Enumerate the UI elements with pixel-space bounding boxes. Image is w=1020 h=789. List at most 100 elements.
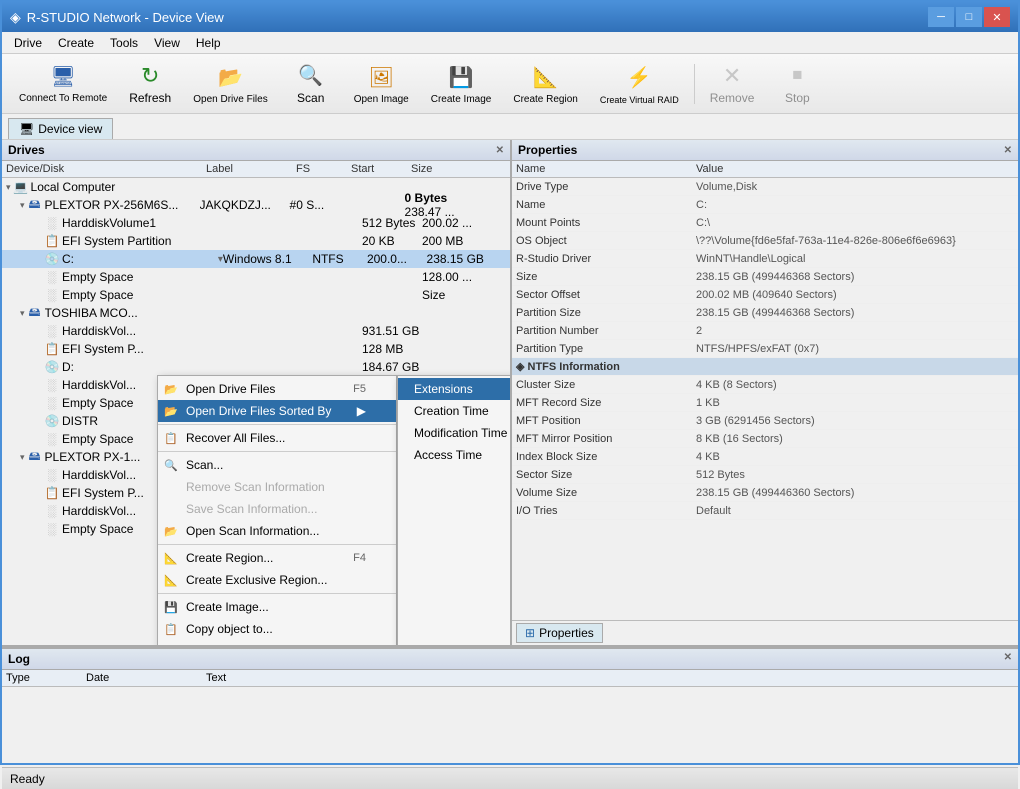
log-panel-close[interactable]: ✕ bbox=[1004, 652, 1012, 666]
property-value: 4 KB bbox=[696, 451, 1014, 463]
ctx-item-icon: 📐 bbox=[162, 549, 180, 567]
ctx-item-icon: 📂 bbox=[162, 402, 180, 420]
drive-fs: NTFS bbox=[312, 252, 367, 266]
drive-icon: ░ bbox=[44, 503, 60, 519]
minimize-button[interactable]: ─ bbox=[928, 7, 954, 27]
open-image-button[interactable]: 🖼 Open Image bbox=[345, 58, 418, 110]
context-menu-item-open-scan-info[interactable]: 📂Open Scan Information... bbox=[158, 520, 396, 542]
open-drive-files-button[interactable]: 📂 Open Drive Files bbox=[184, 58, 276, 110]
property-row: OS Object \??\Volume{fd6e5faf-763a-11e4-… bbox=[512, 232, 1018, 250]
property-name: I/O Tries bbox=[516, 505, 696, 517]
drive-icon: 🖴 bbox=[27, 197, 43, 213]
property-value: 238.15 GB (499446360 Sectors) bbox=[696, 487, 1014, 499]
drive-list-item[interactable]: 💿D:184.67 GB bbox=[2, 358, 510, 376]
remove-button[interactable]: ✕ Remove bbox=[701, 58, 764, 110]
submenu-item-modification-time[interactable]: Modification Time bbox=[398, 422, 512, 444]
drive-list-item[interactable]: ░Empty SpaceSize bbox=[2, 286, 510, 304]
context-menu-item-recover-all-files[interactable]: 📋Recover All Files... bbox=[158, 427, 396, 449]
property-name: Drive Type bbox=[516, 181, 696, 193]
refresh-button[interactable]: ↻ Refresh bbox=[120, 58, 180, 110]
connect-to-remote-button[interactable]: 🖥 Connect To Remote bbox=[10, 58, 116, 110]
ctx-item-icon: 📋 bbox=[162, 620, 180, 638]
drive-list-item[interactable]: ░HarddiskVol...931.51 GB bbox=[2, 322, 510, 340]
menu-view[interactable]: View bbox=[146, 34, 188, 52]
drive-list-item[interactable]: ░Empty Space128.00 ... bbox=[2, 268, 510, 286]
property-value: Volume,Disk bbox=[696, 181, 1014, 193]
drive-icon: 📋 bbox=[44, 233, 60, 249]
drive-start: 184.67 GB bbox=[362, 360, 422, 374]
log-col-text: Text bbox=[206, 672, 1014, 684]
drive-list-item[interactable]: 💿C:▾Windows 8.1NTFS200.0...238.15 GB bbox=[2, 250, 510, 268]
drive-name: HarddiskVol... bbox=[62, 324, 217, 338]
tree-expand-arrow[interactable]: ▾ bbox=[20, 308, 25, 319]
property-name: Volume Size bbox=[516, 487, 696, 499]
property-value: 2 bbox=[696, 325, 1014, 337]
properties-tab-icon: ⊞ bbox=[525, 626, 535, 640]
tree-expand-arrow[interactable]: ▾ bbox=[20, 200, 25, 211]
property-value: WinNT\Handle\Logical bbox=[696, 253, 1014, 265]
ctx-item-label: Recover All Files... bbox=[186, 431, 285, 445]
main-area: Drives ✕ Device/Disk Label FS Start Size… bbox=[2, 140, 1018, 647]
drive-icon: ░ bbox=[44, 467, 60, 483]
context-menu-item-create-image[interactable]: 💾Create Image... bbox=[158, 596, 396, 618]
drives-panel-header: Drives ✕ bbox=[2, 140, 510, 161]
properties-tab[interactable]: ⊞ Properties bbox=[516, 623, 603, 643]
drive-name: Local Computer bbox=[31, 180, 186, 194]
app-icon: ◈ bbox=[10, 9, 21, 26]
stop-button[interactable]: ⏹ Stop bbox=[767, 58, 827, 110]
property-row: Partition Size 238.15 GB (499446368 Sect… bbox=[512, 304, 1018, 322]
drive-list-item[interactable]: ▾🖴PLEXTOR PX-256M6S...JAKQKDZJ...#0 S...… bbox=[2, 196, 510, 214]
drive-icon: ░ bbox=[44, 269, 60, 285]
property-row: Partition Number 2 bbox=[512, 322, 1018, 340]
drives-panel-close[interactable]: ✕ bbox=[496, 145, 504, 156]
device-view-tab[interactable]: 🖥 Device view bbox=[8, 118, 113, 139]
menu-drive[interactable]: Drive bbox=[6, 34, 50, 52]
context-menu-item-open-drive-files-sorted[interactable]: 📂Open Drive Files Sorted By▶ bbox=[158, 400, 396, 422]
context-menu-item-copy-object-to[interactable]: 📋Copy object to... bbox=[158, 618, 396, 640]
context-menu-container: 📂Open Drive FilesF5📂Open Drive Files Sor… bbox=[157, 375, 512, 645]
property-name: Cluster Size bbox=[516, 379, 696, 391]
context-menu-item-open-drive-files[interactable]: 📂Open Drive FilesF5 bbox=[158, 378, 396, 400]
create-image-button[interactable]: 💾 Create Image bbox=[422, 58, 501, 110]
col-label: Label bbox=[206, 163, 296, 175]
property-row: I/O Tries Default bbox=[512, 502, 1018, 520]
drive-list-item[interactable]: 📋EFI System Partition20 KB200 MB bbox=[2, 232, 510, 250]
close-button[interactable]: ✕ bbox=[984, 7, 1010, 27]
ctx-item-icon: 📂 bbox=[162, 522, 180, 540]
submenu-item-extensions[interactable]: Extensions bbox=[398, 378, 512, 400]
property-value: C:\ bbox=[696, 217, 1014, 229]
col-fs: FS bbox=[296, 163, 351, 175]
drive-list-item[interactable]: 📋EFI System P...128 MB bbox=[2, 340, 510, 358]
tree-expand-arrow[interactable]: ▾ bbox=[6, 182, 11, 193]
tab-bar: 🖥 Device view bbox=[2, 114, 1018, 140]
submenu-item-creation-time[interactable]: Creation Time bbox=[398, 400, 512, 422]
context-menu-item-create-exclusive-region[interactable]: 📐Create Exclusive Region... bbox=[158, 569, 396, 591]
drive-icon: 💿 bbox=[44, 359, 60, 375]
toolbar-separator bbox=[694, 64, 695, 104]
drive-name: EFI System P... bbox=[62, 342, 217, 356]
create-region-icon: 📐 bbox=[530, 63, 562, 92]
drives-columns-header: Device/Disk Label FS Start Size bbox=[2, 161, 510, 178]
create-virtual-raid-button[interactable]: ⚡ Create Virtual RAID bbox=[591, 58, 688, 110]
scan-button[interactable]: 🔍 Scan bbox=[281, 58, 341, 110]
properties-panel-close[interactable]: ✕ bbox=[1004, 145, 1012, 156]
drive-start: 512 Bytes bbox=[362, 216, 422, 230]
maximize-button[interactable]: □ bbox=[956, 7, 982, 27]
drive-list-item[interactable]: ▾🖴TOSHIBA MCO... bbox=[2, 304, 510, 322]
property-value: 238.15 GB (499446368 Sectors) bbox=[696, 307, 1014, 319]
drive-name: PLEXTOR PX-256M6S... bbox=[45, 198, 200, 212]
property-value: Default bbox=[696, 505, 1014, 517]
submenu-item-access-time[interactable]: Access Time bbox=[398, 444, 512, 466]
menu-help[interactable]: Help bbox=[188, 34, 229, 52]
ctx-item-icon bbox=[162, 642, 180, 645]
create-region-button[interactable]: 📐 Create Region bbox=[504, 58, 586, 110]
context-menu-item-scan[interactable]: 🔍Scan... bbox=[158, 454, 396, 476]
menu-tools[interactable]: Tools bbox=[102, 34, 146, 52]
tree-expand-arrow[interactable]: ▾ bbox=[20, 452, 25, 463]
drive-icon: ░ bbox=[44, 431, 60, 447]
drive-list-item[interactable]: ░HarddiskVolume1512 Bytes200.02 ... bbox=[2, 214, 510, 232]
menu-create[interactable]: Create bbox=[50, 34, 102, 52]
properties-panel: Properties ✕ Name Value Drive Type Volum… bbox=[512, 140, 1018, 645]
context-menu-item-create-region[interactable]: 📐Create Region...F4 bbox=[158, 547, 396, 569]
prop-val-col-header: Value bbox=[696, 163, 723, 175]
